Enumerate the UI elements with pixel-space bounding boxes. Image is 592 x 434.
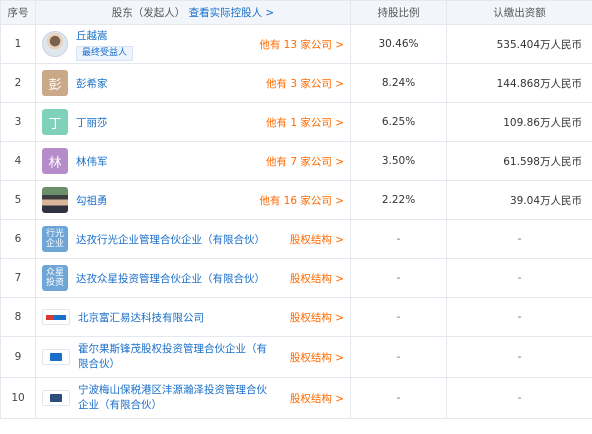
row-index: 5 bbox=[0, 180, 36, 220]
related-companies-link[interactable]: 他有 13 家公司 > bbox=[259, 37, 344, 52]
related-companies-link[interactable]: 他有 16 家公司 > bbox=[259, 193, 344, 208]
view-actual-controller-link[interactable]: 查看实际控股人 > bbox=[189, 7, 275, 19]
row-index: 2 bbox=[0, 63, 36, 103]
holding-ratio: - bbox=[350, 336, 447, 378]
header-ratio: 持股比例 bbox=[350, 0, 447, 25]
holding-ratio: - bbox=[350, 258, 447, 298]
holding-ratio: 6.25% bbox=[350, 102, 447, 142]
shareholder-table: 序号 股东（发起人） 查看实际控股人 > 持股比例 认缴出资额 1 丘越嵩 最终… bbox=[0, 0, 592, 419]
company-logo-icon bbox=[42, 390, 70, 406]
subscribed-capital: - bbox=[446, 336, 592, 378]
table-row: 6 行光企业 达孜行光企业管理合伙企业（有限合伙） 股权结构 > - - bbox=[0, 219, 592, 259]
shareholder-name[interactable]: 北京富汇易达科技有限公司 bbox=[78, 310, 204, 325]
row-index: 3 bbox=[0, 102, 36, 142]
shareholder-name[interactable]: 达孜众星投资管理合伙企业（有限合伙） bbox=[76, 271, 265, 286]
holder-cell: 丁 丁丽莎 他有 1 家公司 > bbox=[35, 102, 351, 142]
table-header-row: 序号 股东（发起人） 查看实际控股人 > 持股比例 认缴出资额 bbox=[0, 0, 592, 25]
subscribed-capital: - bbox=[446, 297, 592, 337]
avatar: 行光企业 bbox=[42, 226, 68, 252]
related-companies-link[interactable]: 他有 3 家公司 > bbox=[266, 76, 344, 91]
person-photo-icon bbox=[42, 187, 68, 213]
table-row: 7 众星投资 达孜众星投资管理合伙企业（有限合伙） 股权结构 > - - bbox=[0, 258, 592, 298]
subscribed-capital: 39.04万人民币 bbox=[446, 180, 592, 220]
holder-cell: 霍尔果斯锋茂股权投资管理合伙企业（有限合伙） 股权结构 > bbox=[35, 336, 351, 378]
holder-cell: 林 林伟军 他有 7 家公司 > bbox=[35, 141, 351, 181]
person-photo-icon bbox=[42, 31, 68, 57]
shareholder-name[interactable]: 彭希家 bbox=[76, 76, 108, 91]
subscribed-capital: - bbox=[446, 377, 592, 419]
row-index: 4 bbox=[0, 141, 36, 181]
table-row: 1 丘越嵩 最终受益人 他有 13 家公司 > 30.46% 535.404万人… bbox=[0, 24, 592, 64]
holder-cell: 丘越嵩 最终受益人 他有 13 家公司 > bbox=[35, 24, 351, 64]
holding-ratio: - bbox=[350, 377, 447, 419]
company-logo-icon bbox=[42, 309, 70, 325]
holder-cell: 宁波梅山保税港区沣源瀚泽投资管理合伙企业（有限合伙） 股权结构 > bbox=[35, 377, 351, 419]
table-row: 2 彭 彭希家 他有 3 家公司 > 8.24% 144.868万人民币 bbox=[0, 63, 592, 103]
related-companies-link[interactable]: 他有 7 家公司 > bbox=[266, 154, 344, 169]
subscribed-capital: 144.868万人民币 bbox=[446, 63, 592, 103]
header-holder-label: 股东（发起人） bbox=[111, 7, 186, 19]
table-row: 4 林 林伟军 他有 7 家公司 > 3.50% 61.598万人民币 bbox=[0, 141, 592, 181]
holding-ratio: - bbox=[350, 219, 447, 259]
holder-cell: 众星投资 达孜众星投资管理合伙企业（有限合伙） 股权结构 > bbox=[35, 258, 351, 298]
header-holder: 股东（发起人） 查看实际控股人 > bbox=[35, 0, 351, 25]
equity-structure-link[interactable]: 股权结构 > bbox=[290, 232, 344, 247]
holder-cell: 勾祖勇 他有 16 家公司 > bbox=[35, 180, 351, 220]
avatar: 丁 bbox=[42, 109, 68, 135]
related-companies-link[interactable]: 他有 1 家公司 > bbox=[266, 115, 344, 130]
row-index: 6 bbox=[0, 219, 36, 259]
equity-structure-link[interactable]: 股权结构 > bbox=[290, 310, 344, 325]
avatar: 林 bbox=[42, 148, 68, 174]
row-index: 9 bbox=[0, 336, 36, 378]
beneficiary-badge: 最终受益人 bbox=[76, 45, 134, 61]
table-row: 8 北京富汇易达科技有限公司 股权结构 > - - bbox=[0, 297, 592, 337]
holding-ratio: - bbox=[350, 297, 447, 337]
company-logo-icon bbox=[42, 349, 70, 365]
holding-ratio: 30.46% bbox=[350, 24, 447, 64]
subscribed-capital: 61.598万人民币 bbox=[446, 141, 592, 181]
equity-structure-link[interactable]: 股权结构 > bbox=[290, 391, 344, 406]
equity-structure-link[interactable]: 股权结构 > bbox=[290, 271, 344, 286]
holder-cell: 北京富汇易达科技有限公司 股权结构 > bbox=[35, 297, 351, 337]
holding-ratio: 2.22% bbox=[350, 180, 447, 220]
shareholder-name[interactable]: 丘越嵩 bbox=[76, 28, 133, 43]
subscribed-capital: 109.86万人民币 bbox=[446, 102, 592, 142]
shareholder-name[interactable]: 霍尔果斯锋茂股权投资管理合伙企业（有限合伙） bbox=[78, 342, 273, 372]
holder-cell: 彭 彭希家 他有 3 家公司 > bbox=[35, 63, 351, 103]
avatar: 众星投资 bbox=[42, 265, 68, 291]
table-row: 3 丁 丁丽莎 他有 1 家公司 > 6.25% 109.86万人民币 bbox=[0, 102, 592, 142]
shareholder-name[interactable]: 达孜行光企业管理合伙企业（有限合伙） bbox=[76, 232, 265, 247]
subscribed-capital: - bbox=[446, 258, 592, 298]
holder-cell: 行光企业 达孜行光企业管理合伙企业（有限合伙） 股权结构 > bbox=[35, 219, 351, 259]
shareholder-name[interactable]: 勾祖勇 bbox=[76, 193, 108, 208]
shareholder-name[interactable]: 林伟军 bbox=[76, 154, 108, 169]
header-capital: 认缴出资额 bbox=[446, 0, 592, 25]
equity-structure-link[interactable]: 股权结构 > bbox=[290, 350, 344, 365]
row-index: 7 bbox=[0, 258, 36, 298]
shareholder-name[interactable]: 宁波梅山保税港区沣源瀚泽投资管理合伙企业（有限合伙） bbox=[78, 383, 273, 413]
table-row: 10 宁波梅山保税港区沣源瀚泽投资管理合伙企业（有限合伙） 股权结构 > - - bbox=[0, 377, 592, 419]
table-row: 9 霍尔果斯锋茂股权投资管理合伙企业（有限合伙） 股权结构 > - - bbox=[0, 336, 592, 378]
header-index: 序号 bbox=[0, 0, 36, 25]
subscribed-capital: - bbox=[446, 219, 592, 259]
holding-ratio: 3.50% bbox=[350, 141, 447, 181]
subscribed-capital: 535.404万人民币 bbox=[446, 24, 592, 64]
table-row: 5 勾祖勇 他有 16 家公司 > 2.22% 39.04万人民币 bbox=[0, 180, 592, 220]
avatar: 彭 bbox=[42, 70, 68, 96]
row-index: 10 bbox=[0, 377, 36, 419]
holding-ratio: 8.24% bbox=[350, 63, 447, 103]
row-index: 1 bbox=[0, 24, 36, 64]
row-index: 8 bbox=[0, 297, 36, 337]
shareholder-name[interactable]: 丁丽莎 bbox=[76, 115, 108, 130]
